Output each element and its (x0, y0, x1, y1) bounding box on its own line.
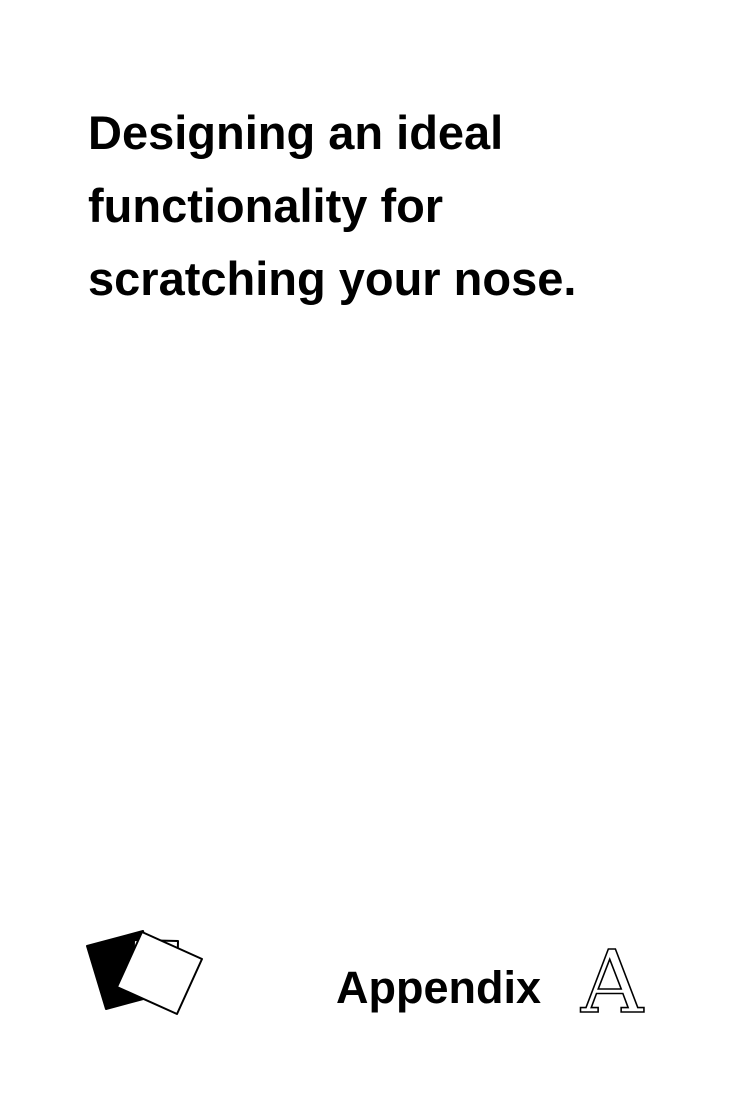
page-title: Designing an ideal functionality for scr… (88, 96, 668, 315)
title-line-1: Designing an ideal (88, 106, 504, 159)
appendix-label: Appendix (336, 962, 542, 1013)
title-line-3: scratching your nose. (88, 252, 577, 305)
appendix-letter-outline: A (580, 944, 644, 1020)
title-line-2: functionality for (88, 179, 444, 232)
document-page: Designing an ideal functionality for scr… (0, 0, 732, 1101)
appendix-letter: A (579, 944, 645, 1020)
stacked-cards-icon (86, 930, 203, 1015)
